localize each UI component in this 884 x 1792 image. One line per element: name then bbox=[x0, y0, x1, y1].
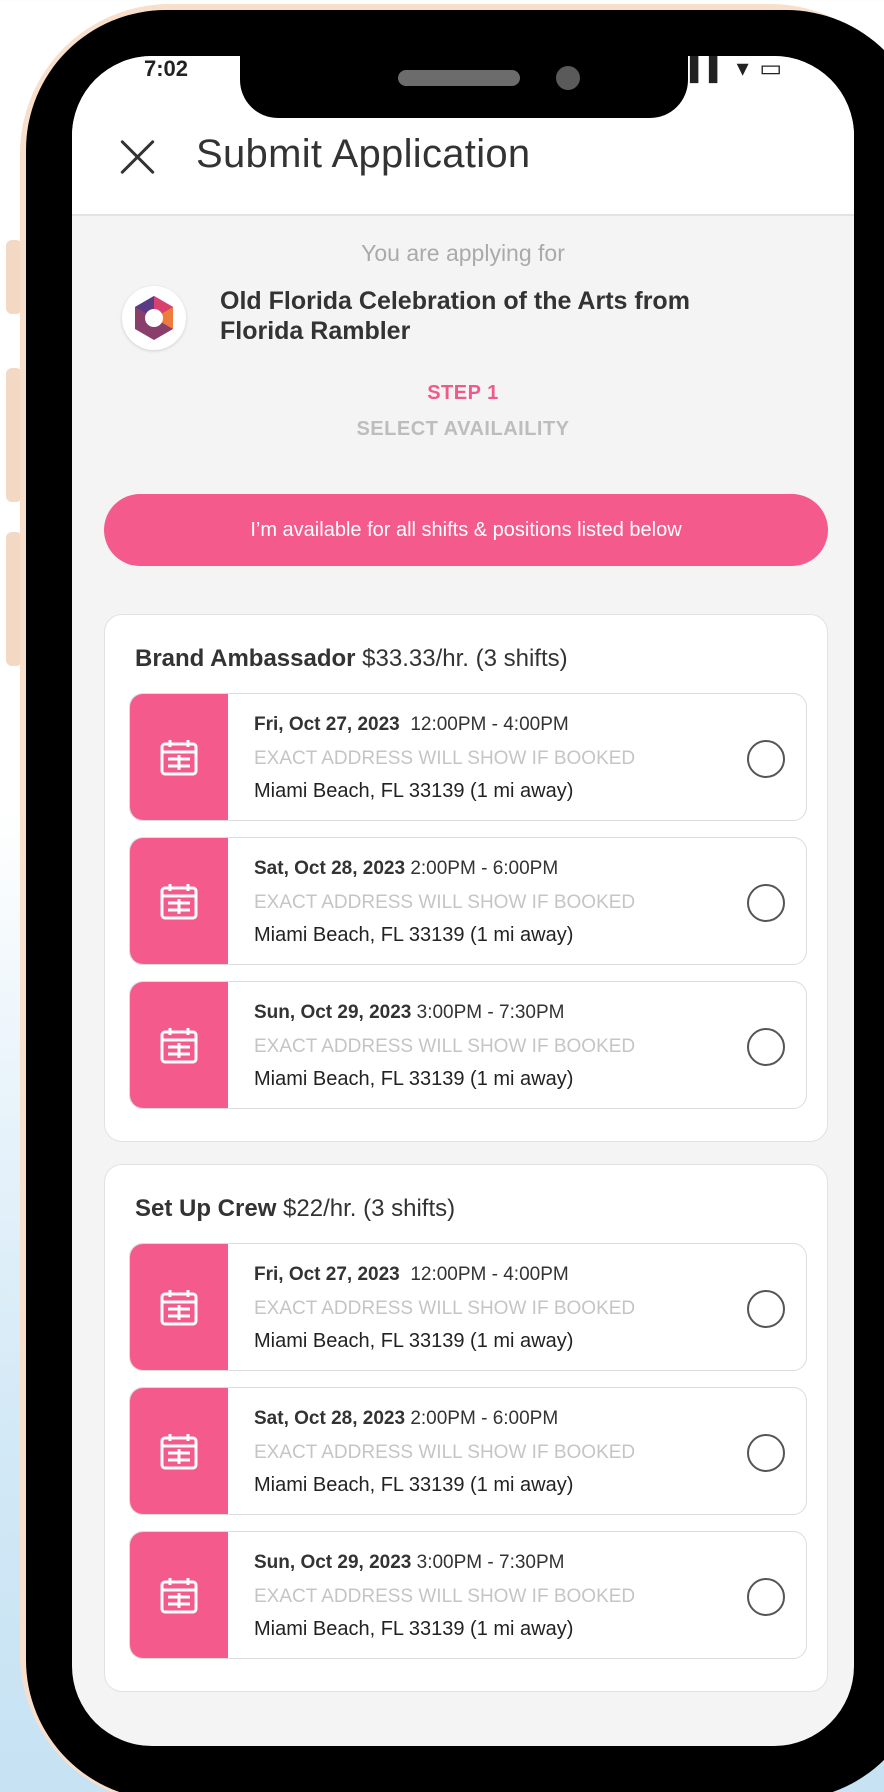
step-label: STEP 1 bbox=[427, 382, 499, 404]
app-screen: 7:02 ▌▌▌ ▾ ▭ Submit Application You are … bbox=[72, 56, 854, 1746]
shift-row[interactable]: Sun, Oct 29, 2023 3:00PM - 7:30PM EXACT … bbox=[129, 981, 807, 1109]
step-subtitle: SELECT AVAILAILITY bbox=[356, 418, 570, 440]
speaker-grille bbox=[398, 70, 520, 86]
shift-row[interactable]: Sat, Oct 28, 2023 2:00PM - 6:00PM EXACT … bbox=[129, 837, 807, 965]
shift-address-note: EXACT ADDRESS WILL SHOW IF BOOKED bbox=[254, 892, 636, 913]
shift-address-note: EXACT ADDRESS WILL SHOW IF BOOKED bbox=[254, 1586, 636, 1607]
available-all-button[interactable]: I’m available for all shifts & positions… bbox=[104, 494, 828, 566]
shift-location: Miami Beach, FL 33139 (1 mi away) bbox=[254, 780, 574, 802]
shift-row[interactable]: Sun, Oct 29, 2023 3:00PM - 7:30PM EXACT … bbox=[129, 1531, 807, 1659]
front-camera bbox=[556, 66, 580, 90]
calendar-icon bbox=[160, 1290, 198, 1326]
calendar-icon bbox=[160, 1578, 198, 1614]
position-card: Brand Ambassador $33.33/hr. (3 shifts) F… bbox=[104, 614, 828, 1142]
shift-address-note: EXACT ADDRESS WILL SHOW IF BOOKED bbox=[254, 748, 636, 769]
close-icon[interactable] bbox=[118, 136, 158, 176]
shift-radio[interactable] bbox=[747, 1028, 785, 1066]
shift-row[interactable]: Fri, Oct 27, 2023 12:00PM - 4:00PM EXACT… bbox=[129, 1243, 807, 1371]
shift-address-note: EXACT ADDRESS WILL SHOW IF BOOKED bbox=[254, 1442, 636, 1463]
shift-address-note: EXACT ADDRESS WILL SHOW IF BOOKED bbox=[254, 1298, 636, 1319]
shift-row[interactable]: Fri, Oct 27, 2023 12:00PM - 4:00PM EXACT… bbox=[129, 693, 807, 821]
event-title: Old Florida Celebration of the Arts from… bbox=[220, 287, 690, 345]
calendar-icon bbox=[160, 1434, 198, 1470]
shift-location: Miami Beach, FL 33139 (1 mi away) bbox=[254, 1618, 574, 1640]
shift-icon-box bbox=[130, 838, 228, 964]
shift-radio[interactable] bbox=[747, 1290, 785, 1328]
position-name: Brand Ambassador bbox=[135, 645, 356, 672]
applying-label: You are applying for bbox=[361, 240, 565, 266]
position-name: Set Up Crew bbox=[135, 1195, 277, 1222]
status-time: 7:02 bbox=[144, 56, 189, 81]
calendar-icon bbox=[160, 884, 198, 920]
shift-address-note: EXACT ADDRESS WILL SHOW IF BOOKED bbox=[254, 1036, 636, 1057]
shift-date: Sun, Oct 29, 2023 3:00PM - 7:30PM bbox=[254, 1002, 565, 1023]
shift-icon-box bbox=[130, 694, 228, 820]
shift-location: Miami Beach, FL 33139 (1 mi away) bbox=[254, 1068, 574, 1090]
position-rate: $22/hr. (3 shifts) bbox=[283, 1195, 456, 1222]
shift-radio[interactable] bbox=[747, 740, 785, 778]
shift-icon-box bbox=[130, 1388, 228, 1514]
page-title: Submit Application bbox=[196, 132, 531, 176]
calendar-icon bbox=[160, 1028, 198, 1064]
shift-date: Sat, Oct 28, 2023 2:00PM - 6:00PM bbox=[254, 1408, 559, 1429]
calendar-icon bbox=[160, 740, 198, 776]
shift-icon-box bbox=[130, 982, 228, 1108]
shift-date: Sun, Oct 29, 2023 3:00PM - 7:30PM bbox=[254, 1552, 565, 1573]
shift-date: Fri, Oct 27, 2023 12:00PM - 4:00PM bbox=[254, 1264, 569, 1285]
shift-radio[interactable] bbox=[747, 884, 785, 922]
shift-row[interactable]: Sat, Oct 28, 2023 2:00PM - 6:00PM EXACT … bbox=[129, 1387, 807, 1515]
position-header: Set Up Crew $22/hr. (3 shifts) bbox=[135, 1195, 455, 1223]
notch bbox=[240, 50, 688, 118]
shift-radio[interactable] bbox=[747, 1578, 785, 1616]
shift-radio[interactable] bbox=[747, 1434, 785, 1472]
shift-date: Fri, Oct 27, 2023 12:00PM - 4:00PM bbox=[254, 714, 569, 735]
event-logo bbox=[122, 286, 186, 350]
position-rate: $33.33/hr. (3 shifts) bbox=[362, 645, 568, 672]
shift-location: Miami Beach, FL 33139 (1 mi away) bbox=[254, 1474, 574, 1496]
position-header: Brand Ambassador $33.33/hr. (3 shifts) bbox=[135, 645, 568, 673]
shift-icon-box bbox=[130, 1244, 228, 1370]
position-card: Set Up Crew $22/hr. (3 shifts) Fri, Oct … bbox=[104, 1164, 828, 1692]
shift-date: Sat, Oct 28, 2023 2:00PM - 6:00PM bbox=[254, 858, 559, 879]
shift-location: Miami Beach, FL 33139 (1 mi away) bbox=[254, 1330, 574, 1352]
shift-icon-box bbox=[130, 1532, 228, 1658]
shift-location: Miami Beach, FL 33139 (1 mi away) bbox=[254, 924, 574, 946]
